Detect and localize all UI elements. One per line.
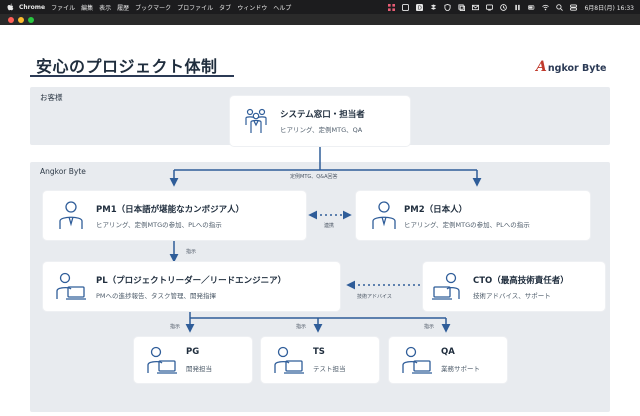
manager-person-icon [59, 201, 83, 229]
grid-app-icon[interactable] [388, 3, 396, 11]
instruct-team-connector [185, 312, 451, 333]
clock-icon[interactable] [500, 3, 508, 11]
group-icon [245, 108, 267, 133]
pl-sub: PMへの進捗報告、タスク管理、開発指揮 [96, 292, 217, 300]
menu-history[interactable]: 履歴 [117, 3, 129, 12]
pm2-card: PM2（日本人） ヒアリング、定例MTGの参加、PLへの指示 [356, 191, 590, 240]
cto-sub: 技術アドバイス、サポート [473, 292, 551, 300]
menu-help[interactable]: ヘルプ [273, 3, 291, 12]
maximize-window-button[interactable] [28, 17, 34, 23]
menu-tab[interactable]: タブ [219, 3, 231, 12]
d-app-icon[interactable]: D [416, 3, 424, 11]
pm2-title: PM2（日本人） [404, 205, 468, 215]
ts-title: TS [313, 347, 325, 357]
instruct-pl-label: 指示 [186, 249, 197, 255]
pg-title: PG [186, 347, 200, 357]
wifi-icon[interactable] [542, 4, 550, 11]
menu-clock[interactable]: 6月8日(月) 16:33 [584, 3, 634, 12]
system-contact-sub: ヒアリング、定例MTG、QA [280, 126, 363, 134]
laptop-person-icon [402, 346, 432, 374]
laptop-person-icon [147, 346, 177, 374]
pg-sub: 開発担当 [186, 365, 212, 373]
pm1-card: PM1（日本語が堪能なカンボジア人） ヒアリング、定例MTGの参加、PLへの指示 [43, 191, 306, 240]
pm2-sub: ヒアリング、定例MTGの参加、PLへの指示 [404, 221, 530, 229]
mail-icon[interactable] [472, 4, 480, 11]
presentation-slide: 安心のプロジェクト体制 A ngkor Byte お客様 Angkor Byte [0, 25, 640, 416]
advice-label: 技術アドバイス [357, 294, 392, 300]
pl-title: PL（プロジェクトリーダー／リードエンジニア） [96, 276, 287, 286]
coop-label: 連携 [324, 223, 335, 229]
apple-icon[interactable] [7, 3, 14, 11]
ts-card: TS テスト担当 [261, 337, 379, 383]
instruct-pg-label: 指示 [170, 324, 181, 330]
meeting-label: 定例MTG、Q&A回答 [290, 174, 338, 180]
qa-card: QA 業務サポート [389, 337, 507, 383]
laptop-person-icon [274, 346, 304, 374]
menu-profiles[interactable]: プロファイル [177, 3, 213, 12]
menu-view[interactable]: 表示 [99, 3, 111, 12]
manager-person-icon [372, 201, 396, 229]
qa-title: QA [441, 347, 455, 357]
menu-file[interactable]: ファイル [51, 3, 75, 12]
pause-icon[interactable] [514, 4, 521, 11]
laptop-person-icon [56, 272, 86, 300]
layers-icon[interactable] [458, 3, 466, 11]
pl-card: PL（プロジェクトリーダー／リードエンジニア） PMへの進捗報告、タスク管理、開… [43, 262, 340, 311]
battery-icon[interactable] [528, 4, 535, 11]
display-icon[interactable] [486, 3, 494, 11]
cto-card: CTO（最高技術責任者） 技術アドバイス、サポート [423, 262, 605, 311]
ts-sub: テスト担当 [313, 365, 346, 373]
window-title-bar [0, 14, 640, 25]
pm1-title: PM1（日本語が堪能なカンボジア人） [96, 205, 245, 215]
cto-title: CTO（最高技術責任者） [473, 276, 569, 286]
square-app-icon[interactable] [402, 3, 410, 11]
shield-icon[interactable] [444, 3, 452, 11]
qa-sub: 業務サポート [441, 365, 480, 373]
menu-bar: Chrome ファイル 編集 表示 履歴 ブックマーク プロファイル タブ ウィ… [0, 0, 640, 14]
dropbox-icon[interactable] [430, 3, 437, 11]
menu-app-name[interactable]: Chrome [19, 4, 45, 11]
svg-text:D: D [418, 5, 422, 10]
control-center-icon[interactable] [570, 3, 578, 11]
search-icon[interactable] [556, 3, 564, 11]
menu-edit[interactable]: 編集 [81, 3, 93, 12]
laptop-person-icon [432, 272, 460, 300]
instruct-qa-label: 指示 [424, 324, 435, 330]
menu-bookmarks[interactable]: ブックマーク [135, 3, 171, 12]
instruct-ts-label: 指示 [296, 324, 307, 330]
close-window-button[interactable] [8, 17, 14, 23]
minimize-window-button[interactable] [18, 17, 24, 23]
pg-card: PG 開発担当 [134, 337, 252, 383]
system-contact-card: システム窓口・担当者 ヒアリング、定例MTG、QA [230, 96, 410, 146]
pm1-sub: ヒアリング、定例MTGの参加、PLへの指示 [96, 221, 222, 229]
menu-window[interactable]: ウィンドウ [237, 3, 267, 12]
system-contact-title: システム窓口・担当者 [280, 110, 365, 120]
